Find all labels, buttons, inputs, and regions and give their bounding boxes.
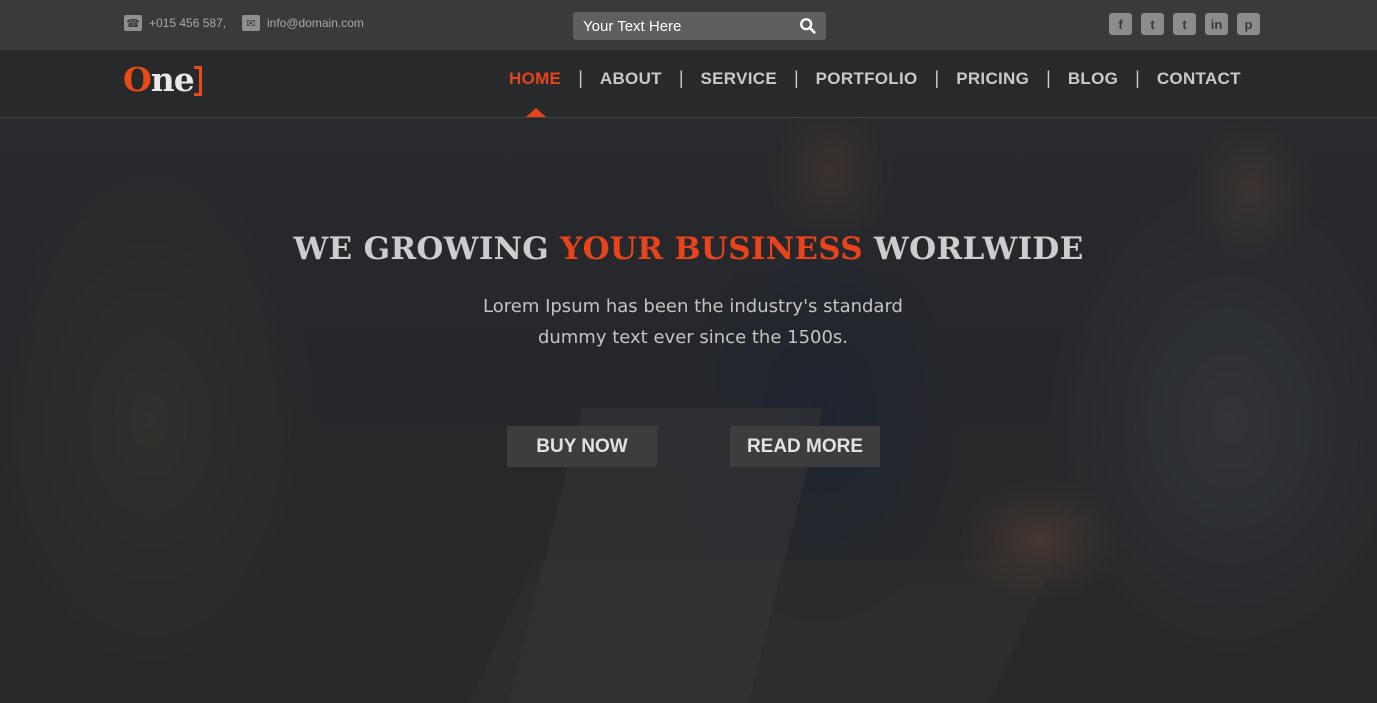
nav-item-portfolio[interactable]: PORTFOLIO [816,69,918,89]
nav-separator: | [934,68,940,88]
email-contact[interactable]: ✉ info@domain.com [242,15,364,31]
hero-subtitle: Lorem Ipsum has been the industry's stan… [438,291,948,353]
top-bar: ☎ +015 456 587, ✉ info@domain.com f t t … [0,0,1377,50]
nav-separator: | [1046,68,1051,88]
nav-item-blog[interactable]: BLOG [1068,69,1118,89]
pinterest-icon[interactable]: p [1237,13,1260,35]
main-nav: HOME | ABOUT | SERVICE | PORTFOLIO | PRI… [509,68,1241,89]
phone-icon: ☎ [124,15,142,31]
search-input[interactable] [573,12,788,40]
subtitle-line-1: Lorem Ipsum has been the industry's stan… [483,296,903,317]
nav-item-contact[interactable]: CONTACT [1157,69,1241,89]
buy-now-button[interactable]: BUY NOW [507,426,657,467]
logo-text: ne [150,60,195,99]
social-links: f t t in p [1109,13,1260,35]
email-address[interactable]: info@domain.com [267,16,364,30]
nav-separator: | [793,68,799,88]
nav-separator: | [678,68,684,88]
phone-contact: ☎ +015 456 587, [124,15,226,31]
search-box [573,12,826,40]
active-nav-caret-icon [526,108,546,117]
envelope-icon: ✉ [242,15,260,31]
nav-separator: | [1135,68,1140,88]
headline-highlight: YOUR BUSINESS [560,231,863,267]
nav-item-pricing[interactable]: PRICING [956,69,1029,89]
headline-part-1: WE GROWING [293,231,561,267]
headline-part-2: WORLWIDE [862,231,1084,267]
logo-letter-o: O [123,60,152,99]
logo-bracket [193,66,202,96]
twitter-icon[interactable]: t [1173,13,1196,35]
nav-separator: | [578,68,583,88]
nav-item-about[interactable]: ABOUT [600,69,662,89]
subtitle-line-2: dummy text ever since the 1500s. [537,327,849,348]
linkedin-icon[interactable]: in [1205,13,1228,35]
hero-headline: WE GROWING YOUR BUSINESS WORLWIDE [0,231,1377,267]
site-logo[interactable]: One [123,60,202,100]
read-more-button[interactable]: READ MORE [730,426,880,467]
search-icon[interactable] [799,17,817,35]
facebook-icon[interactable]: f [1109,13,1132,35]
twitter-icon[interactable]: t [1141,13,1164,35]
nav-item-home[interactable]: HOME [509,69,561,89]
phone-number: +015 456 587, [149,16,227,30]
nav-item-service[interactable]: SERVICE [701,69,777,89]
